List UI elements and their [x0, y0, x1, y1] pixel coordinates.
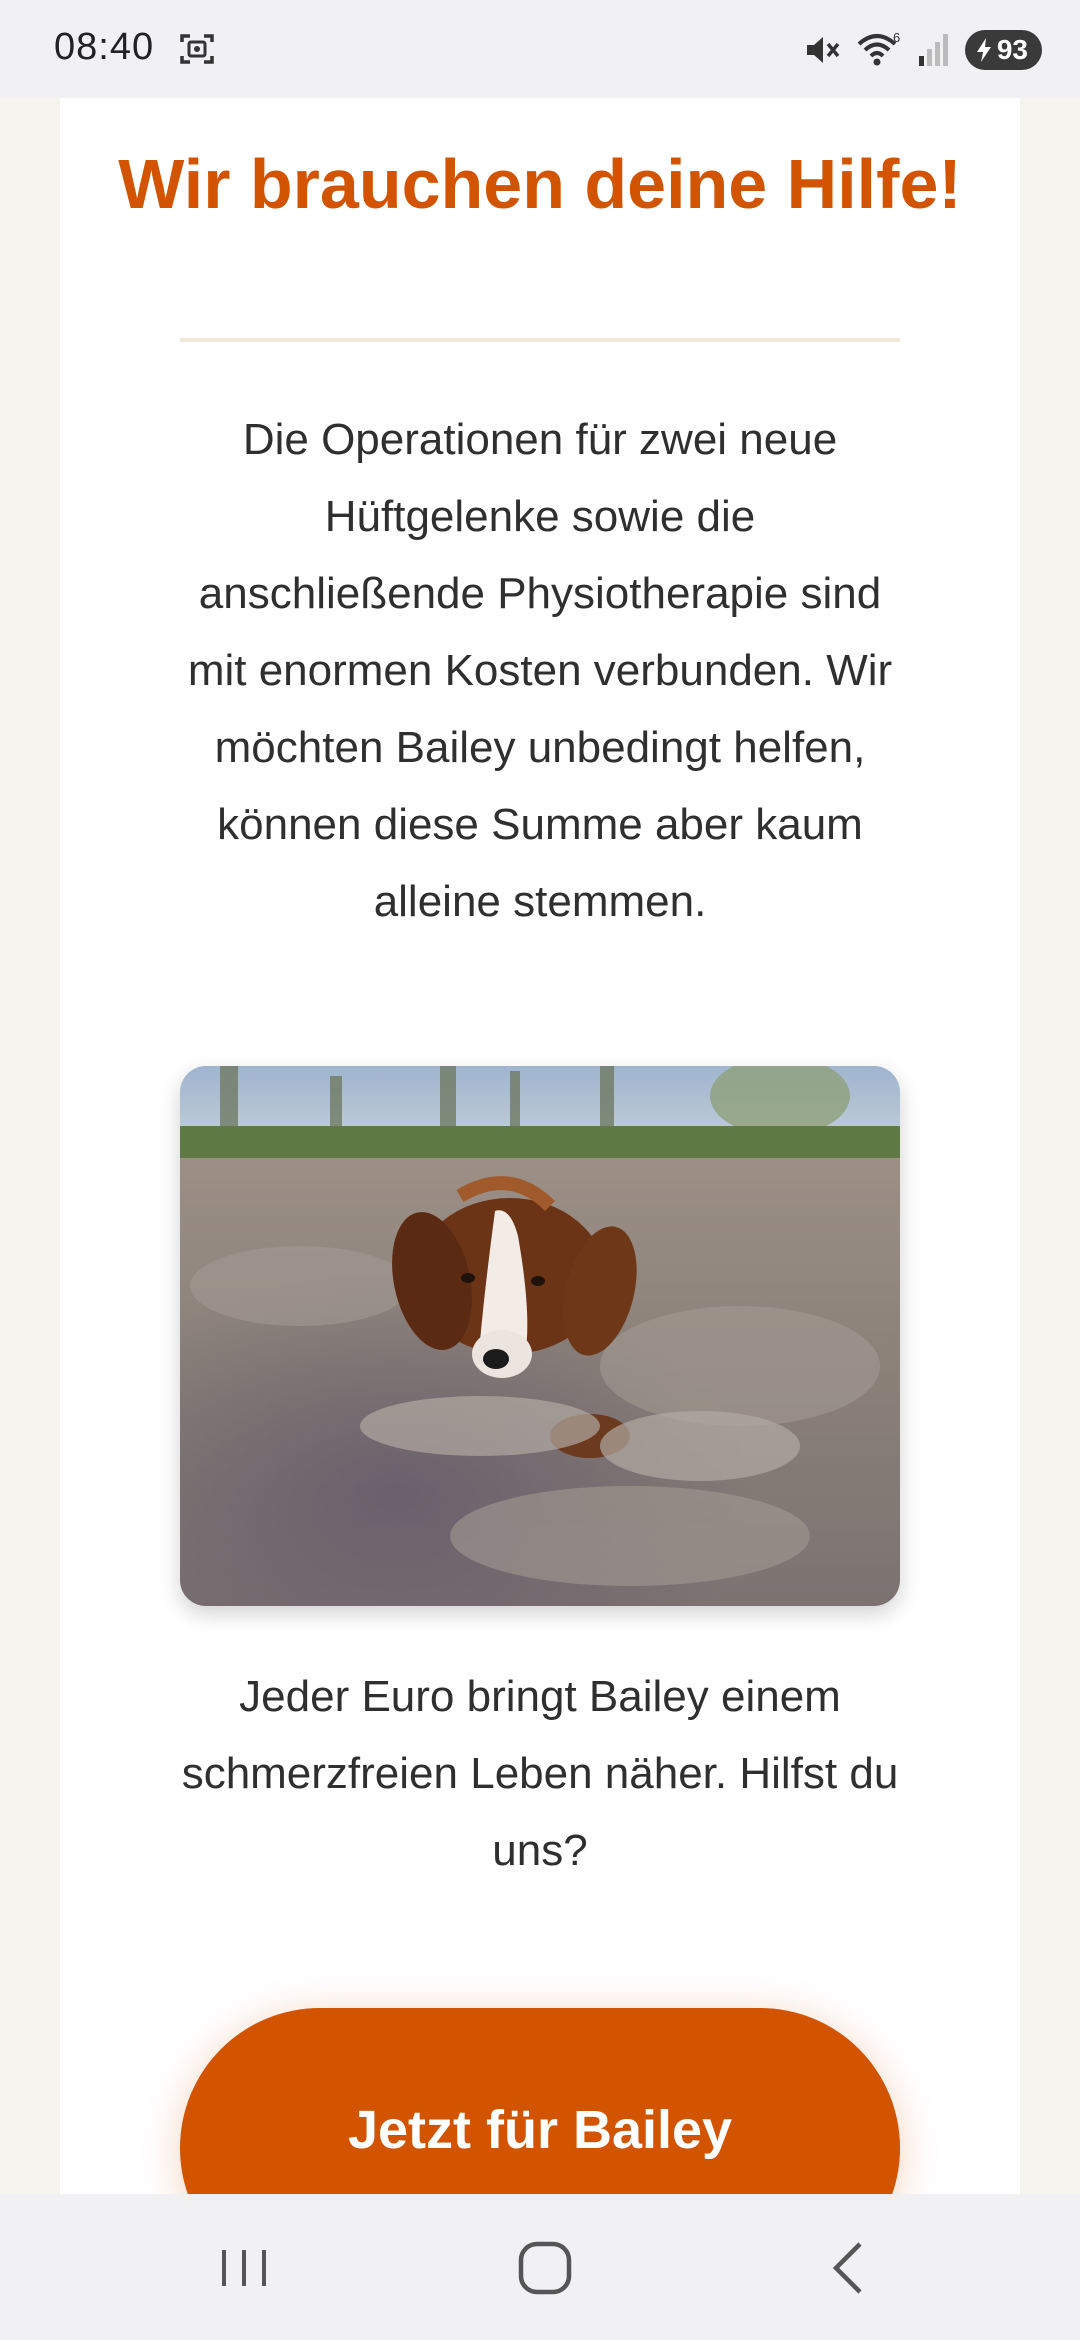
back-icon[interactable]	[818, 2238, 878, 2298]
signal-icon	[918, 34, 948, 66]
wifi-icon: 6	[857, 30, 900, 66]
page-headline: Wir brauchen deine Hilfe!	[118, 145, 962, 223]
charging-icon	[976, 38, 991, 62]
dog-photo	[180, 1066, 900, 1606]
navigation-bar	[0, 2194, 1080, 2340]
mute-icon	[806, 37, 840, 63]
recent-apps-icon[interactable]	[214, 2238, 274, 2298]
status-icons: 6 93	[801, 28, 1042, 72]
home-icon[interactable]	[515, 2238, 575, 2298]
divider	[180, 338, 900, 342]
closing-paragraph: Jeder Euro bringt Bailey einem schmerzfr…	[181, 1672, 899, 1875]
intro-paragraph: Die Operationen für zwei neue Hüftgelenk…	[187, 415, 893, 926]
battery-indicator: 93	[964, 30, 1042, 70]
screen-record-icon	[180, 34, 214, 64]
content-card: Wir brauchen deine Hilfe! Die Operatione…	[60, 98, 1020, 2288]
battery-level: 93	[996, 34, 1028, 65]
status-time: 08:40	[54, 26, 155, 68]
status-bar: 08:40 6 93	[0, 0, 1080, 98]
wifi-badge: 6	[893, 30, 900, 45]
